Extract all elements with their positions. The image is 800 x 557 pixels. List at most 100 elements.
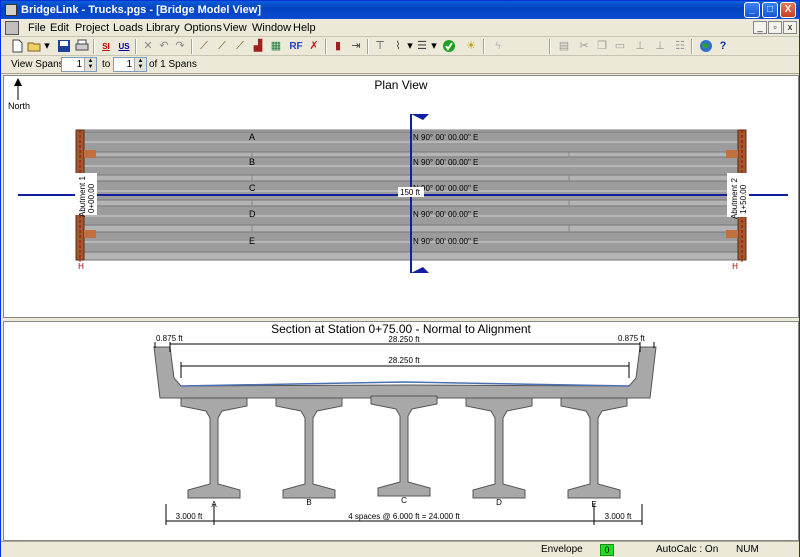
printer-icon[interactable] <box>74 39 90 54</box>
girder-label-a: A <box>249 132 255 142</box>
pier-edit-icon[interactable]: ⟋ <box>232 39 248 54</box>
menu-view[interactable]: View <box>221 21 249 35</box>
menu-help[interactable]: Help <box>291 21 318 35</box>
analysis-mode-status: Envelope <box>541 544 583 555</box>
save-disk-icon[interactable] <box>56 39 72 54</box>
girder-bearing-d: N 90° 00' 00.00" E <box>413 210 478 219</box>
menu-project[interactable]: Project <box>73 21 111 35</box>
chart-icon[interactable]: ⌇ <box>390 39 406 54</box>
rf-button[interactable]: RF <box>288 39 304 54</box>
section-view-pane[interactable]: Section at Station 0+75.00 - Normal to A… <box>3 321 799 541</box>
girder-label-b: B <box>249 157 255 167</box>
plan-view-pane[interactable]: Plan View North H H A B C D E N 90° 00' … <box>3 75 799 318</box>
view-options-icon[interactable]: ⊤ <box>372 39 388 54</box>
new-document-icon[interactable] <box>9 39 25 54</box>
cut-icon[interactable]: ✂ <box>576 39 592 54</box>
girder-label-d: D <box>496 498 502 507</box>
girder-bearing-a: N 90° 00' 00.00" E <box>413 133 478 142</box>
abutment-1-station: 0+00.00 <box>87 183 96 213</box>
undo-icon[interactable]: ↶ <box>156 39 172 54</box>
menu-file[interactable]: File <box>26 21 48 35</box>
toolbar-separator <box>93 39 95 54</box>
girder-spacing-dim: 4 spaces @ 6.000 ft = 24.000 ft <box>348 512 460 521</box>
mdi-restore-button[interactable]: ▫ <box>768 21 782 34</box>
plan-drawing: North H H A B C D E N 90° 00' 00.00" E N… <box>8 78 788 273</box>
cut-icon[interactable]: ✕ <box>140 39 156 54</box>
chevron-down-icon[interactable]: ▾ <box>430 39 438 54</box>
si-units-button[interactable]: SI <box>98 39 114 54</box>
menu-loads[interactable]: Loads <box>111 21 145 35</box>
roadway-width-dim: 28.250 ft <box>388 356 420 365</box>
numlock-status: NUM <box>736 544 759 555</box>
bridge-edit-icon[interactable]: ⟋ <box>214 39 230 54</box>
view-spans-label: View Spans <box>11 59 64 70</box>
toolbar-separator <box>549 39 551 54</box>
span-from-value: 1 <box>76 59 82 70</box>
help-icon[interactable]: ? <box>715 39 731 54</box>
application-window: BridgeLink - Trucks.pgs - [Bridge Model … <box>0 0 800 557</box>
abutment-1-label: Abutment 1 <box>78 176 87 217</box>
girder-label-b: B <box>306 498 311 507</box>
abutment-2-label: Abutment 2 <box>730 178 739 219</box>
toolbar: ▾ SI US ✕ ↶ ↷ ⟋ ⟋ ⟋ ▟ ▦ RF ✗ ▮ ⇥ ⊤ ⌇ ▾ ☰… <box>1 37 799 56</box>
chevron-down-icon[interactable]: ▾ <box>406 39 414 54</box>
section-cut-flag-icon[interactable] <box>411 114 429 120</box>
girder-label-a: A <box>211 500 217 509</box>
menu-window[interactable]: Window <box>250 21 293 35</box>
girder-bearing-b: N 90° 00' 00.00" E <box>413 158 478 167</box>
spin-arrows-icon[interactable]: ▲ ▼ <box>134 58 146 71</box>
rating-icon[interactable]: ✗ <box>306 39 322 54</box>
open-folder-icon[interactable] <box>27 39 43 54</box>
menu-edit[interactable]: Edit <box>48 21 71 35</box>
section-cut-flag-icon[interactable] <box>411 267 429 273</box>
lightbulb-icon[interactable]: ☀ <box>463 39 479 54</box>
left-barrier-dim: 0.875 ft <box>156 334 183 343</box>
lightning-icon[interactable]: ϟ <box>490 39 506 54</box>
paste-icon[interactable]: ▭ <box>612 39 628 54</box>
close-button[interactable]: X <box>780 2 796 18</box>
toolbar-separator <box>367 39 369 54</box>
chevron-down-icon[interactable]: ▾ <box>43 39 51 54</box>
span-from-input[interactable]: 1 ▲ ▼ <box>61 57 97 72</box>
title-bar[interactable]: BridgeLink - Trucks.pgs - [Bridge Model … <box>1 1 799 19</box>
redo-icon[interactable]: ↷ <box>172 39 188 54</box>
analysis-icon[interactable]: ▦ <box>268 39 284 54</box>
to-label: to <box>102 59 111 70</box>
autocalc-status: AutoCalc : On <box>656 544 719 555</box>
align-bottom-icon[interactable]: ☷ <box>672 39 688 54</box>
us-units-button[interactable]: US <box>116 39 132 54</box>
report-icon[interactable]: ▮ <box>330 39 346 54</box>
north-label: North <box>8 101 30 111</box>
maximize-button[interactable]: □ <box>762 2 778 18</box>
loads-icon[interactable]: ▟ <box>250 39 266 54</box>
abutment-2-station: 1+50.00 <box>739 184 748 214</box>
status-bar: Envelope 0 AutoCalc : On NUM <box>1 541 799 557</box>
menu-options[interactable]: Options <box>182 21 224 35</box>
graph-icon[interactable]: ⇥ <box>348 39 364 54</box>
girder-edit-icon[interactable]: ⟋ <box>196 39 212 54</box>
check-icon[interactable] <box>441 39 457 54</box>
minimize-button[interactable]: _ <box>744 2 760 18</box>
girder-label-c: C <box>249 183 256 193</box>
align-left-icon[interactable]: ⊥ <box>632 39 648 54</box>
span-to-input[interactable]: 1 ▲ ▼ <box>113 57 147 72</box>
abutment-2-mark: H <box>732 262 738 271</box>
deck-section[interactable] <box>153 346 657 399</box>
girder-label-c: C <box>401 496 407 505</box>
abutment-1-mark: H <box>78 262 84 271</box>
align-right-icon[interactable]: ⊥ <box>652 39 668 54</box>
girder-bearing-e: N 90° 00' 00.00" E <box>413 237 478 246</box>
document-icon[interactable] <box>5 21 19 35</box>
properties-icon[interactable]: ▤ <box>556 39 572 54</box>
right-barrier-dim: 0.875 ft <box>618 334 645 343</box>
overall-width-dim: 28.250 ft <box>388 335 420 344</box>
menu-library[interactable]: Library <box>144 21 182 35</box>
copy-icon[interactable]: ❐ <box>594 39 610 54</box>
toolbar-separator <box>483 39 485 54</box>
spin-arrows-icon[interactable]: ▲ ▼ <box>84 58 96 71</box>
mdi-close-button[interactable]: x <box>783 21 797 34</box>
mdi-minimize-button[interactable]: _ <box>753 21 767 34</box>
globe-icon[interactable] <box>698 39 714 54</box>
girder-sections[interactable] <box>180 395 628 499</box>
list-icon[interactable]: ☰ <box>414 39 430 54</box>
